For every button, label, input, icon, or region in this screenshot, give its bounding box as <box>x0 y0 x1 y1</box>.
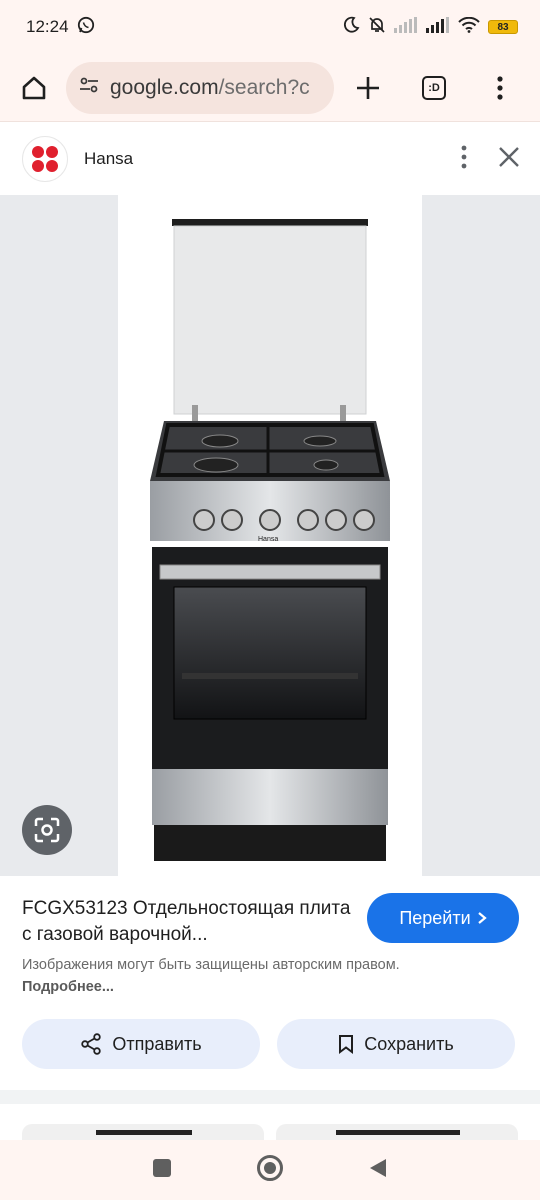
chevron-right-icon <box>477 912 487 924</box>
recents-button[interactable] <box>152 1158 172 1183</box>
google-lens-button[interactable] <box>22 805 72 855</box>
hansa-logo-icon <box>32 146 58 172</box>
plus-icon <box>357 76 379 99</box>
home-button[interactable] <box>12 66 56 110</box>
related-images-strip <box>0 1104 540 1140</box>
battery-indicator: 83 <box>488 20 518 34</box>
address-bar[interactable]: google.com/search?c <box>66 61 334 114</box>
section-divider <box>0 1090 540 1104</box>
browser-toolbar: google.com/search?c :D <box>0 54 540 122</box>
more-vert-icon <box>497 75 503 100</box>
url-text[interactable]: google.com/search?c <box>110 76 310 100</box>
status-time: 12:24 <box>26 17 69 36</box>
share-button[interactable]: Отправить <box>22 1019 260 1069</box>
home-nav-button[interactable] <box>256 1154 284 1187</box>
visit-label: Перейти <box>399 907 471 928</box>
product-image: Hansa <box>118 195 422 876</box>
system-nav-bar <box>0 1140 540 1200</box>
gas-stove-illustration: Hansa <box>150 219 390 861</box>
source-logo[interactable] <box>22 136 68 182</box>
copyright-notice: Изображения могут быть защищены авторски… <box>22 954 422 998</box>
result-title[interactable]: FCGX53123 Отдельностоящая плита с газово… <box>22 896 352 948</box>
url-domain: google.com <box>110 75 219 99</box>
visit-button[interactable]: Перейти <box>367 893 519 943</box>
wifi-icon <box>458 16 480 38</box>
more-vert-icon <box>461 145 467 168</box>
site-settings-icon[interactable] <box>78 74 100 101</box>
new-tab-button[interactable] <box>346 66 390 110</box>
result-info: FCGX53123 Отдельностоящая плита с газово… <box>0 876 540 1090</box>
signal-icon-1 <box>394 16 418 38</box>
moon-icon <box>342 16 360 39</box>
source-name[interactable]: Hansa <box>84 149 133 169</box>
lens-icon <box>34 817 60 843</box>
home-icon <box>22 76 46 99</box>
save-label: Сохранить <box>364 1033 454 1054</box>
status-bar: 12:24 83 <box>0 0 540 54</box>
close-icon <box>499 146 519 167</box>
browser-menu-button[interactable] <box>478 66 522 110</box>
more-options-button[interactable] <box>460 144 468 175</box>
brand-plate: Hansa <box>258 536 278 543</box>
save-button[interactable]: Сохранить <box>277 1019 515 1069</box>
whatsapp-icon <box>77 16 95 39</box>
bookmark-icon <box>339 1035 354 1054</box>
bell-off-icon <box>368 16 386 39</box>
back-button[interactable] <box>368 1157 388 1184</box>
copyright-text: Изображения могут быть защищены авторски… <box>22 957 400 973</box>
tab-count: :D <box>422 75 446 100</box>
learn-more-link[interactable]: Подробнее... <box>22 979 114 995</box>
url-path: /search?c <box>218 75 310 99</box>
circle-icon <box>257 1154 283 1181</box>
image-viewer[interactable]: Hansa <box>0 195 540 876</box>
triangle-back-icon <box>370 1158 386 1177</box>
share-icon <box>81 1033 102 1055</box>
related-image-thumb[interactable] <box>276 1124 518 1140</box>
signal-icon-2 <box>426 16 450 38</box>
source-header: Hansa <box>0 123 540 195</box>
close-button[interactable] <box>498 146 520 173</box>
share-label: Отправить <box>112 1033 202 1054</box>
tab-switcher-button[interactable]: :D <box>412 66 456 110</box>
related-image-thumb[interactable] <box>22 1124 264 1140</box>
square-icon <box>153 1158 171 1177</box>
